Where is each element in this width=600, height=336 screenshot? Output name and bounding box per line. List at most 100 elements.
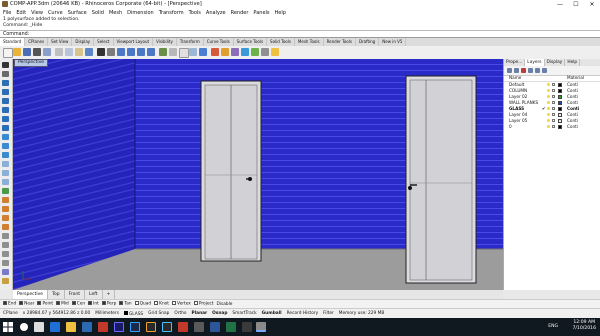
filter-icon[interactable] bbox=[542, 68, 547, 73]
layer-row[interactable]: 0 Conti bbox=[504, 124, 600, 130]
tab-mesh-tools[interactable]: Mesh Tools bbox=[295, 38, 324, 46]
ortho-toggle[interactable]: Ortho bbox=[174, 311, 186, 316]
layer-color-swatch[interactable] bbox=[558, 113, 562, 117]
gumball-toggle[interactable]: Gumball bbox=[262, 311, 282, 316]
tab-set-view[interactable]: Set View bbox=[48, 38, 73, 46]
task-view-icon[interactable] bbox=[34, 322, 44, 332]
app-icon[interactable] bbox=[194, 322, 204, 332]
zoom-extents-icon[interactable] bbox=[137, 48, 145, 56]
cut-icon[interactable] bbox=[55, 48, 63, 56]
split-icon[interactable] bbox=[2, 215, 9, 221]
arc-icon[interactable] bbox=[2, 107, 9, 113]
maximize-button[interactable]: ☐ bbox=[568, 0, 584, 9]
osnap-quad[interactable]: Quad bbox=[134, 301, 151, 307]
osnap-disable[interactable]: Disable bbox=[217, 302, 233, 307]
polygon-icon[interactable] bbox=[2, 125, 9, 131]
undo-icon[interactable] bbox=[85, 48, 93, 56]
new-layer-icon[interactable] bbox=[507, 68, 512, 73]
lightbulb-icon[interactable] bbox=[547, 107, 550, 110]
rotate-view-icon[interactable] bbox=[107, 48, 115, 56]
windows-start-icon[interactable] bbox=[3, 322, 13, 332]
rhino-taskbar-icon[interactable] bbox=[256, 322, 266, 332]
lights-icon[interactable] bbox=[221, 48, 229, 56]
import-icon[interactable] bbox=[43, 48, 51, 56]
osnap-perp[interactable]: Perp bbox=[101, 301, 116, 307]
loft-icon[interactable] bbox=[2, 152, 9, 158]
shaded-icon[interactable] bbox=[189, 48, 197, 56]
menu-analyze[interactable]: Analyze bbox=[206, 10, 226, 16]
delete-layer-icon[interactable] bbox=[521, 68, 526, 73]
tab-perspective[interactable]: Perspective bbox=[13, 290, 49, 299]
tab-panel-display[interactable]: Display bbox=[545, 59, 566, 66]
join-icon[interactable] bbox=[2, 224, 9, 230]
lightbulb-icon[interactable] bbox=[547, 95, 550, 98]
tab-viewport-layout[interactable]: Viewport Layout bbox=[114, 38, 154, 46]
mesh-icon[interactable] bbox=[2, 188, 9, 194]
tab-display[interactable]: Display bbox=[72, 38, 95, 46]
tab-standard[interactable]: Standard bbox=[0, 38, 26, 46]
tab-surface-tools[interactable]: Surface Tools bbox=[234, 38, 268, 46]
edge-browser-icon[interactable] bbox=[50, 322, 60, 332]
pan-icon[interactable] bbox=[97, 48, 105, 56]
tab-transform[interactable]: Transform bbox=[177, 38, 204, 46]
menu-edit[interactable]: Edit bbox=[16, 10, 26, 16]
move-icon[interactable] bbox=[2, 233, 9, 239]
tab-properties[interactable]: Prope... bbox=[504, 59, 526, 66]
copy-icon[interactable] bbox=[65, 48, 73, 56]
lock-icon[interactable] bbox=[552, 95, 555, 98]
pdf-reader-icon[interactable] bbox=[178, 322, 188, 332]
store-icon[interactable] bbox=[82, 322, 92, 332]
menu-view[interactable]: View bbox=[31, 10, 43, 16]
planar-toggle[interactable]: Planar bbox=[192, 311, 208, 316]
lightbulb-icon[interactable] bbox=[547, 101, 550, 104]
menu-file[interactable]: File bbox=[3, 10, 11, 16]
word-icon[interactable] bbox=[210, 322, 220, 332]
select-arrow-icon[interactable] bbox=[2, 62, 9, 68]
lock-icon[interactable] bbox=[552, 119, 555, 122]
point-icon[interactable] bbox=[2, 71, 9, 77]
osnap-knot[interactable]: Knot bbox=[154, 301, 169, 307]
rotate-icon[interactable] bbox=[2, 251, 9, 257]
lock-icon[interactable] bbox=[552, 113, 555, 116]
surface-icon[interactable] bbox=[2, 134, 9, 140]
dimension-icon[interactable] bbox=[2, 278, 9, 284]
perspective-viewport[interactable]: Perspective bbox=[13, 59, 503, 290]
menu-solid[interactable]: Solid bbox=[92, 10, 104, 16]
filter-toggle[interactable]: Filter bbox=[323, 311, 334, 316]
clock[interactable]: 12:09 AM 7/10/2016 bbox=[572, 320, 596, 332]
lock-icon[interactable] bbox=[552, 83, 555, 86]
menu-mesh[interactable]: Mesh bbox=[109, 10, 122, 16]
osnap-end[interactable]: End bbox=[3, 301, 16, 307]
lightbulb-icon[interactable] bbox=[547, 89, 550, 92]
menu-dimension[interactable]: Dimension bbox=[127, 10, 154, 16]
lightbulb-icon[interactable] bbox=[547, 83, 550, 86]
trim-icon[interactable] bbox=[2, 206, 9, 212]
layer-color-swatch[interactable] bbox=[558, 125, 562, 129]
polyline-icon[interactable] bbox=[2, 80, 9, 86]
tab-curve-tools[interactable]: Curve Tools bbox=[204, 38, 234, 46]
minimize-button[interactable]: — bbox=[552, 0, 568, 9]
lock-icon[interactable] bbox=[552, 89, 555, 92]
illustrator-icon[interactable] bbox=[146, 322, 156, 332]
tab-render-tools[interactable]: Render Tools bbox=[324, 38, 356, 46]
language-indicator[interactable]: ENG bbox=[548, 324, 558, 329]
premiere-icon[interactable] bbox=[114, 322, 124, 332]
menu-curve[interactable]: Curve bbox=[48, 10, 63, 16]
move-up-icon[interactable] bbox=[528, 68, 533, 73]
tab-layers[interactable]: Layers bbox=[525, 59, 545, 66]
add-viewport-button[interactable]: + bbox=[103, 290, 116, 299]
tab-cplanes[interactable]: CPlanes bbox=[25, 38, 49, 46]
lock-icon[interactable] bbox=[552, 125, 555, 128]
layer-icon[interactable] bbox=[241, 48, 249, 56]
tab-left[interactable]: Left bbox=[85, 290, 103, 299]
menu-transform[interactable]: Transform bbox=[159, 10, 184, 16]
units-label[interactable]: Millimeters bbox=[95, 311, 119, 316]
photoshop-icon[interactable] bbox=[130, 322, 140, 332]
menu-panels[interactable]: Panels bbox=[253, 10, 269, 16]
save-icon[interactable] bbox=[23, 48, 31, 56]
lightroom-icon[interactable] bbox=[162, 322, 172, 332]
tab-front[interactable]: Front bbox=[65, 290, 86, 299]
tab-drafting[interactable]: Drafting bbox=[356, 38, 380, 46]
tab-new-in-v5[interactable]: New in V5 bbox=[379, 38, 407, 46]
new-file-icon[interactable] bbox=[3, 48, 13, 58]
